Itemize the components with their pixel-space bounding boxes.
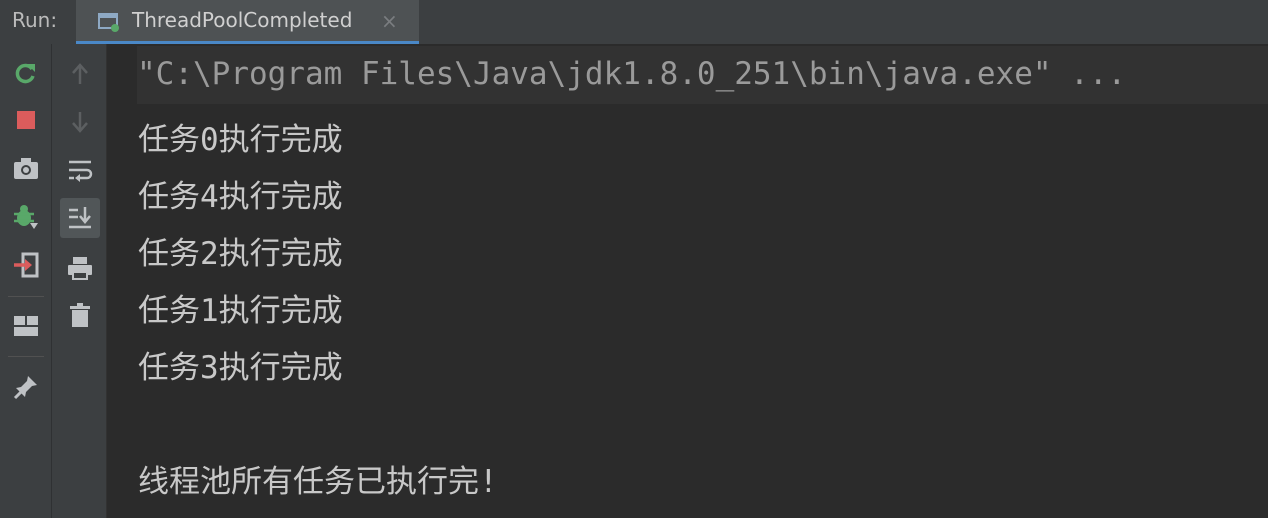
debug-rerun-icon[interactable]: [10, 201, 42, 233]
camera-icon[interactable]: [10, 153, 42, 185]
close-icon[interactable]: ×: [381, 9, 398, 33]
pin-icon[interactable]: [10, 371, 42, 403]
run-tool-window: Run: ThreadPoolCompleted × "C:\Program F…: [0, 0, 1268, 518]
trash-icon[interactable]: [64, 299, 96, 331]
output-line: 任务4执行完成: [138, 179, 343, 215]
rerun-icon[interactable]: [10, 58, 42, 90]
print-icon[interactable]: [64, 252, 96, 284]
run-toolbar-primary: [0, 44, 52, 518]
output-line: 线程池所有任务已执行完!: [138, 464, 498, 500]
toolbar-separator: [8, 356, 44, 357]
scroll-to-end-icon[interactable]: [60, 198, 100, 238]
stop-icon[interactable]: [10, 104, 42, 136]
command-line: "C:\Program Files\Java\jdk1.8.0_251\bin\…: [137, 56, 1127, 92]
console-output[interactable]: "C:\Program Files\Java\jdk1.8.0_251\bin\…: [107, 44, 1268, 518]
soft-wrap-icon[interactable]: [64, 154, 96, 186]
exit-icon[interactable]: [10, 249, 42, 281]
tab-title: ThreadPoolCompleted: [132, 8, 353, 32]
run-label: Run:: [12, 8, 58, 32]
arrow-down-icon[interactable]: [64, 106, 96, 138]
tab-thread-pool-completed[interactable]: ThreadPoolCompleted ×: [76, 0, 419, 44]
output-line: 任务3执行完成: [138, 350, 343, 386]
run-header: Run: ThreadPoolCompleted ×: [0, 0, 1268, 44]
output-line: 任务1执行完成: [138, 293, 343, 329]
run-toolbar-secondary: [52, 44, 107, 518]
arrow-up-icon[interactable]: [64, 58, 96, 90]
layout-icon[interactable]: [10, 310, 42, 342]
output-line: 任务0执行完成: [138, 122, 343, 158]
command-line-row: "C:\Program Files\Java\jdk1.8.0_251\bin\…: [137, 46, 1268, 104]
output-line: 任务2执行完成: [138, 236, 343, 272]
toolbar-separator: [8, 296, 44, 297]
console-tab-icon: [98, 11, 120, 33]
